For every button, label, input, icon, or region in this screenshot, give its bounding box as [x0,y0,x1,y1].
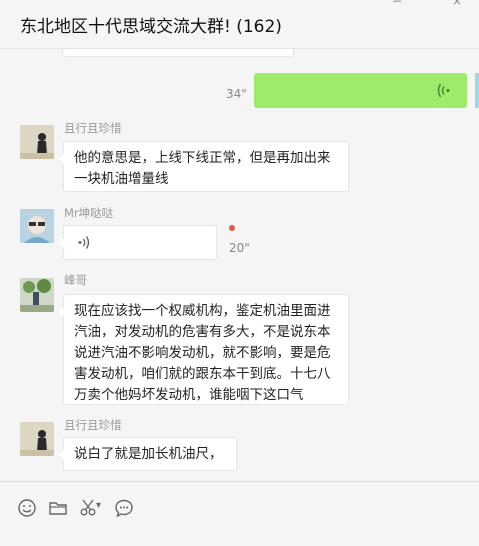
sender-name: 峰哥 [64,273,87,287]
avatar[interactable] [20,125,54,159]
message-line: 说进汽油不影响发动机，就不影响，要是危 [74,345,331,361]
chat-title: 东北地区十代思域交流大群! (162) [20,17,282,37]
avatar-portrait-icon [20,209,54,243]
unread-dot [229,225,235,231]
sender-name: 且行且珍惜 [64,121,122,135]
voice-wave-icon [437,83,450,98]
avatar[interactable] [20,422,54,456]
avatar[interactable] [20,209,54,243]
message-line: 他的意思是，上线下线正常，但是再加出来 [74,150,331,166]
sender-name: Mr坤哒哒 [64,206,114,220]
message-bubble-partial [62,49,294,57]
title-bar: 东北地区十代思域交流大群! (162) − × [0,0,479,49]
voice-message-sent[interactable] [254,73,467,108]
message-line: 害发动机，咱们就的跟东本干到底。十七八 [74,366,331,382]
avatar-figure-icon [20,125,54,159]
message-bubble: 他的意思是，上线下线正常，但是再加出来 一块机油增量线 [58,141,349,192]
message-line: 万卖个他妈坏发动机，谁能咽下这口气 [74,387,304,403]
message-list[interactable]: 34" 且行且珍惜 他的意思是，上线下线正常，但是再加出来 一块机油增量线 Mr… [0,49,479,481]
sender-avatar-partial [475,73,479,108]
emoji-icon[interactable] [17,498,37,518]
chevron-down-icon[interactable]: ▾ [96,500,101,511]
voice-wave-icon [78,236,90,249]
close-button[interactable]: × [452,0,462,8]
message-line: 说白了就是加长机油尺， [74,446,223,462]
message-line: 汽油，对发动机的危害有多大，不是说东本 [74,324,331,340]
avatar-landscape-icon [20,278,54,312]
folder-icon[interactable] [48,498,68,518]
message-bubble: 说白了就是加长机油尺， [58,437,237,471]
message-line: 现在应该找一个权威机构，鉴定机油里面进 [74,303,331,319]
sender-name: 且行且珍惜 [64,418,122,432]
message-line: 一块机油增量线 [74,171,169,187]
message-bubble: 现在应该找一个权威机构，鉴定机油里面进 汽油，对发动机的危害有多大，不是说东本 … [58,294,349,405]
voice-duration: 34" [226,87,247,101]
input-toolbar: ▾ [0,481,479,546]
avatar[interactable] [20,278,54,312]
chat-bubble-icon[interactable] [114,498,134,518]
voice-message[interactable] [58,225,217,260]
minimize-button[interactable]: − [392,0,402,8]
avatar-figure-icon [20,422,54,456]
voice-duration: 20" [229,241,250,255]
